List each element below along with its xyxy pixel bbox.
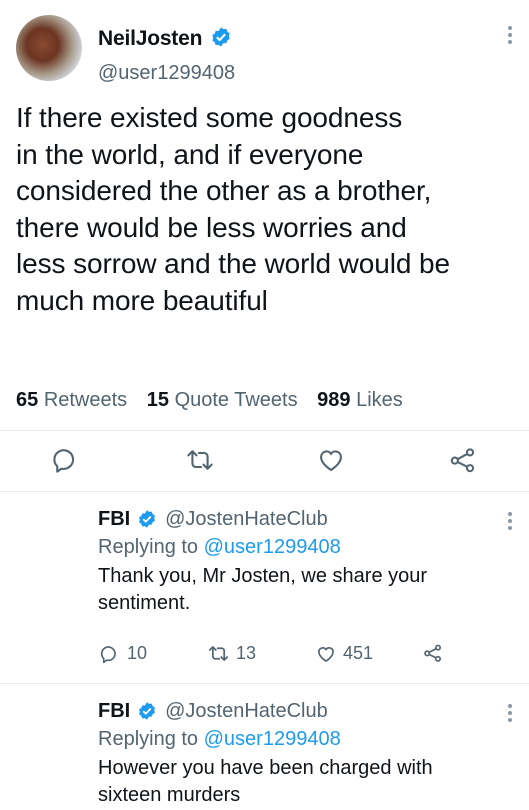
author-handle[interactable]: @user1299408: [98, 62, 235, 85]
likes-stat[interactable]: 989 Likes: [317, 389, 403, 411]
tweet-line: less sorrow and the world would be: [16, 248, 450, 279]
retweet-count-button[interactable]: 13: [208, 643, 256, 664]
replying-to: Replying to @user1299408: [98, 728, 341, 750]
verified-badge-icon: [212, 27, 230, 48]
more-options-icon[interactable]: [507, 26, 513, 47]
tweet-line: considered the other as a brother,: [16, 175, 432, 206]
replying-to-link[interactable]: @user1299408: [204, 536, 341, 558]
reply-author-handle[interactable]: @JostenHateClub: [165, 508, 328, 530]
share-icon[interactable]: [423, 643, 443, 663]
like-icon[interactable]: [317, 446, 345, 474]
reply-author-name[interactable]: FBI: [98, 700, 130, 722]
reply-tweet[interactable]: FBI @JostenHateClub Replying to @user129…: [98, 508, 518, 617]
reply-text: However you have been charged with sixte…: [98, 757, 433, 806]
reply-icon[interactable]: [52, 446, 80, 474]
divider: [0, 491, 529, 492]
retweet-icon[interactable]: [186, 446, 214, 474]
reply-tweet[interactable]: FBI @JostenHateClub Replying to @user129…: [98, 700, 518, 809]
more-options-icon[interactable]: [507, 704, 513, 725]
retweet-icon: [208, 646, 229, 661]
reply-author-name[interactable]: FBI: [98, 508, 130, 530]
replying-to: Replying to @user1299408: [98, 536, 341, 558]
divider: [0, 430, 529, 431]
retweets-stat[interactable]: 65 Retweets: [16, 389, 127, 411]
like-count-button[interactable]: 451: [316, 643, 373, 664]
share-icon[interactable]: [449, 446, 477, 474]
author-display-name[interactable]: NeilJosten: [98, 27, 202, 50]
tweet-line: there would be less worries and: [16, 211, 407, 243]
verified-badge-icon: [138, 510, 155, 528]
verified-badge-icon: [138, 702, 155, 720]
author-name-row[interactable]: NeilJosten: [98, 27, 232, 51]
replying-to-link[interactable]: @user1299408: [204, 728, 341, 750]
like-icon: [318, 646, 334, 662]
more-options-icon[interactable]: [507, 512, 513, 533]
tweet-line: much more beautiful: [16, 284, 268, 316]
tweet-stats: 65 Retweets 15 Quote Tweets 989 Likes: [16, 389, 403, 412]
tweet-text: If there existed some goodness in the wo…: [16, 100, 521, 319]
quote-tweets-stat[interactable]: 15 Quote Tweets: [147, 389, 298, 411]
reply-text: Thank you, Mr Josten, we share your sent…: [98, 565, 428, 614]
author-avatar[interactable]: [16, 15, 82, 81]
tweet-line: in the world, and if everyone: [16, 138, 364, 170]
reply-author-handle[interactable]: @JostenHateClub: [165, 700, 328, 722]
tweet-line: If there existed some goodness: [16, 102, 403, 133]
reply-count-button[interactable]: 10: [100, 643, 147, 664]
reply-icon: [100, 645, 116, 663]
divider: [0, 683, 529, 684]
